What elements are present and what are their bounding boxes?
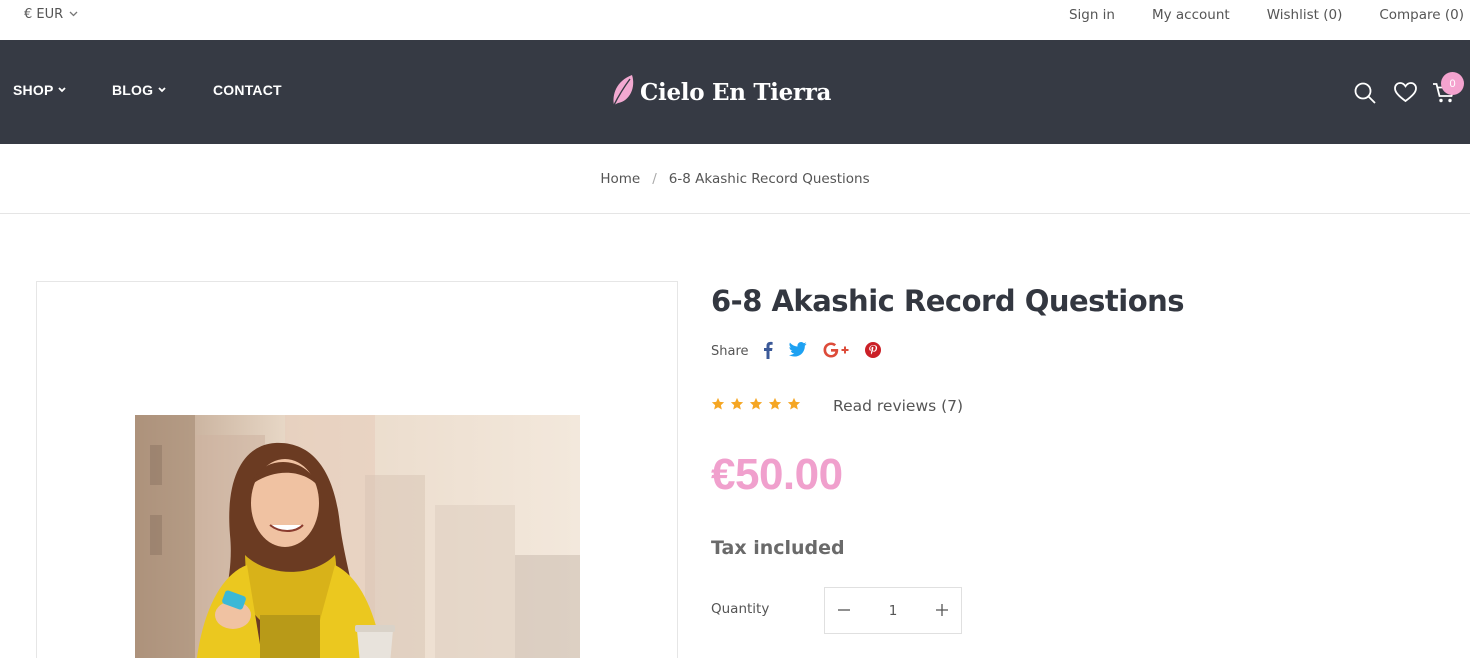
currency-label: € EUR <box>24 7 64 22</box>
leaf-icon <box>610 73 636 111</box>
main-menu: SHOP BLOG CONTACT <box>13 82 282 98</box>
search-button[interactable] <box>1353 81 1377 109</box>
my-account-link[interactable]: My account <box>1152 7 1230 23</box>
star-rating <box>711 396 801 415</box>
breadcrumb-current: 6-8 Akashic Record Questions <box>668 170 870 187</box>
share-label: Share <box>711 344 749 359</box>
site-logo[interactable]: Cielo En Tierra <box>610 73 831 111</box>
star-icon <box>749 396 763 415</box>
logo-text: Cielo En Tierra <box>640 78 832 106</box>
currency-selector[interactable]: € EUR <box>24 7 78 22</box>
main-navbar: SHOP BLOG CONTACT Cielo En Tierra <box>0 40 1470 144</box>
menu-item-blog-label: BLOG <box>112 82 154 98</box>
star-icon <box>711 396 725 415</box>
product-title: 6-8 Akashic Record Questions <box>711 284 1185 318</box>
tax-note: Tax included <box>711 537 845 559</box>
google-plus-share-icon[interactable] <box>823 342 849 358</box>
star-icon <box>768 396 782 415</box>
wishlist-button[interactable] <box>1394 82 1417 107</box>
read-reviews-link[interactable]: Read reviews (7) <box>833 397 963 415</box>
twitter-share-icon[interactable] <box>788 342 807 357</box>
menu-item-shop-label: SHOP <box>13 82 54 98</box>
chevron-down-icon <box>158 85 166 95</box>
star-icon <box>787 396 801 415</box>
quantity-input[interactable] <box>873 602 913 619</box>
quantity-label: Quantity <box>711 601 770 617</box>
breadcrumb-home[interactable]: Home <box>600 171 640 187</box>
sign-in-link[interactable]: Sign in <box>1069 7 1115 23</box>
product-image-panel <box>36 281 678 658</box>
menu-item-contact[interactable]: CONTACT <box>213 82 282 98</box>
pinterest-share-icon[interactable] <box>864 341 881 358</box>
menu-item-contact-label: CONTACT <box>213 82 282 98</box>
quantity-decrease-button[interactable] <box>837 600 851 621</box>
search-icon <box>1353 82 1377 109</box>
product-image[interactable] <box>135 415 580 658</box>
product-rating: Read reviews (7) <box>711 396 963 415</box>
star-icon <box>730 396 744 415</box>
chevron-down-icon <box>69 9 78 20</box>
product-price: €50.00 <box>711 450 843 499</box>
wishlist-link[interactable]: Wishlist (0) <box>1267 7 1343 23</box>
chevron-down-icon <box>58 85 67 95</box>
facebook-share-icon[interactable] <box>763 341 773 359</box>
menu-item-blog[interactable]: BLOG <box>112 82 213 98</box>
top-bar: € EUR Sign in My account Wishlist (0) Co… <box>0 0 1470 40</box>
account-links: Sign in My account Wishlist (0) Compare … <box>1069 7 1464 23</box>
cart-count-badge: 0 <box>1441 72 1464 95</box>
quantity-stepper <box>824 587 962 634</box>
compare-link[interactable]: Compare (0) <box>1379 7 1464 23</box>
breadcrumb-separator: / <box>652 170 657 187</box>
share-bar: Share <box>711 340 897 359</box>
heart-icon <box>1394 82 1417 107</box>
breadcrumb: Home / 6-8 Akashic Record Questions <box>0 144 1470 214</box>
quantity-increase-button[interactable] <box>935 600 949 621</box>
menu-item-shop[interactable]: SHOP <box>13 82 112 98</box>
